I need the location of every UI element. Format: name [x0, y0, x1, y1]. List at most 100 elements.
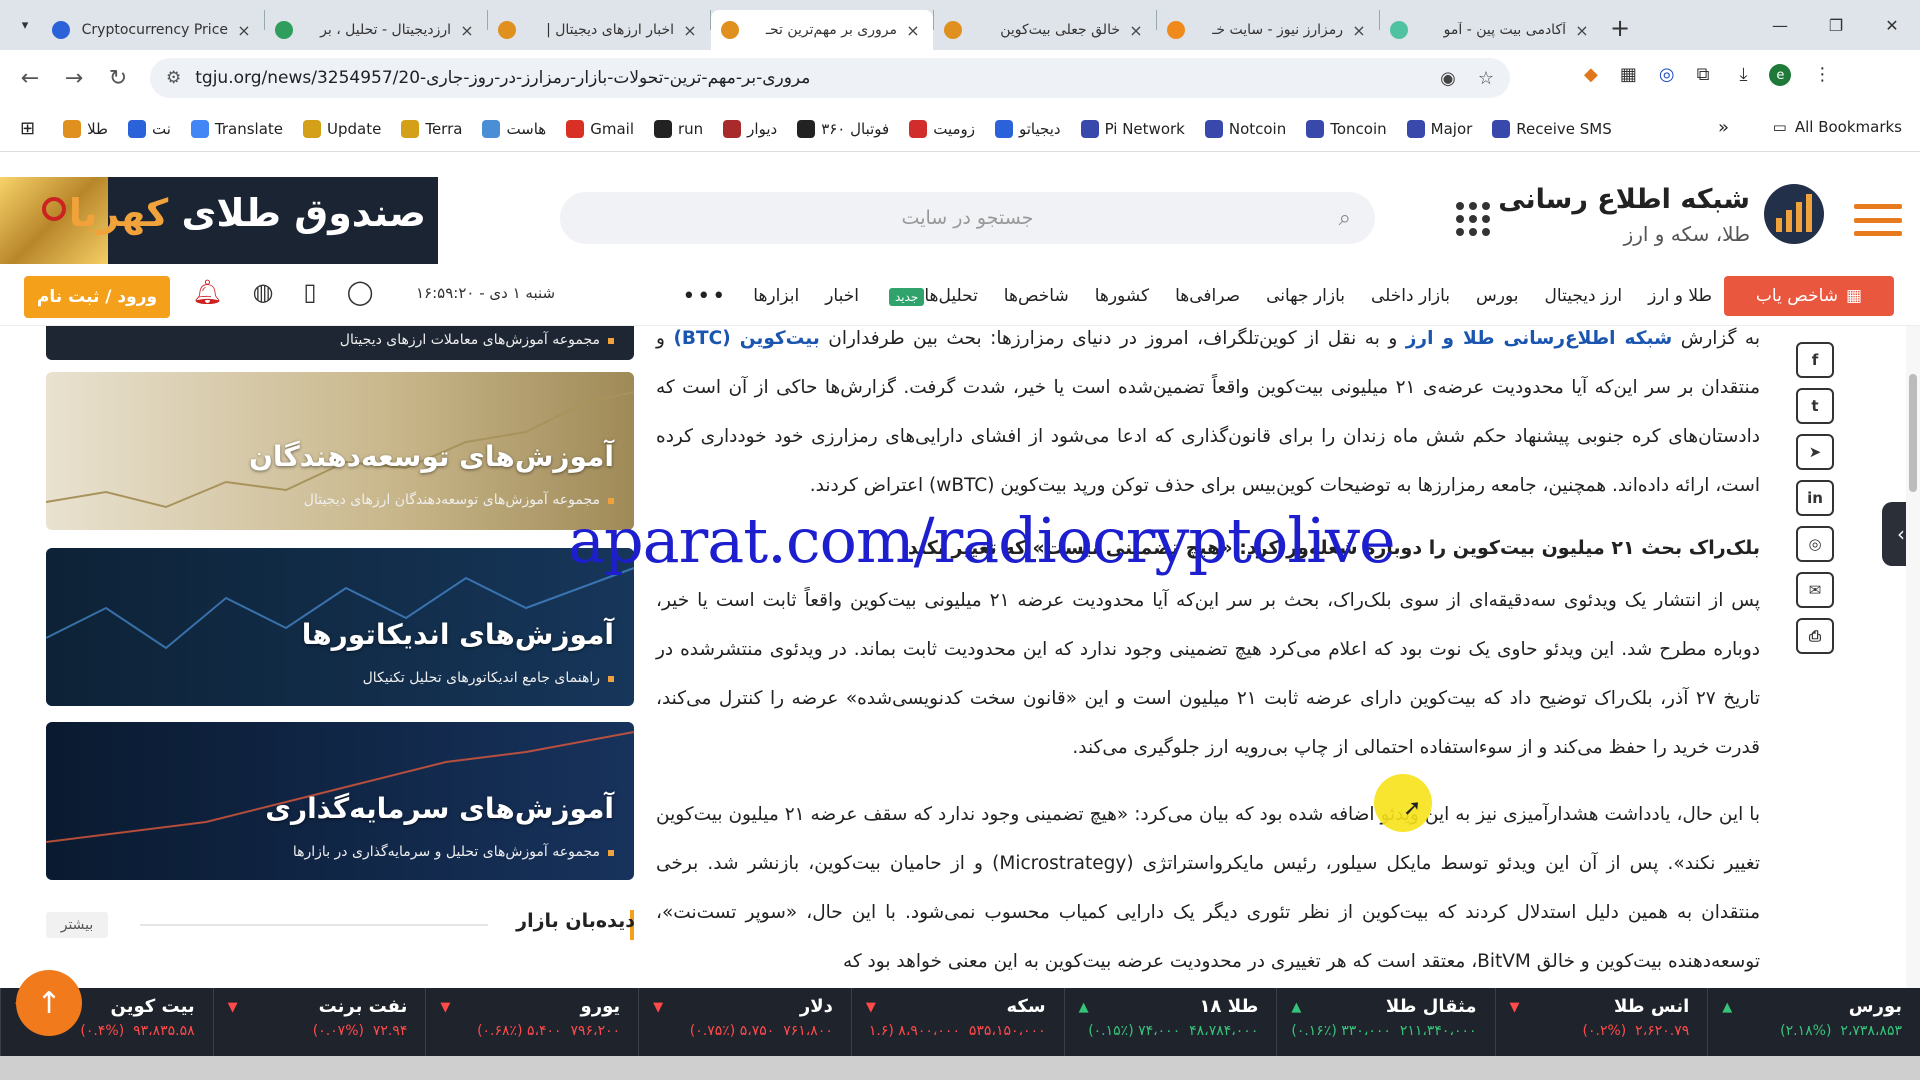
browser-tab[interactable]: مروری بر مهم‌ترین تحـ × [711, 10, 933, 50]
new-tab-button[interactable]: + [1602, 10, 1638, 46]
browser-tab[interactable]: Cryptocurrency Price × [42, 10, 264, 50]
tab-close-icon[interactable]: × [903, 21, 923, 40]
bookmark-item[interactable]: Pi Network [1080, 119, 1185, 138]
menu-item[interactable]: بازار جهانی [1266, 286, 1345, 306]
browser-tab[interactable]: خالق جعلی بیت‌کوین × [934, 10, 1156, 50]
menu-item[interactable]: اخبار [825, 286, 859, 306]
ticker-item[interactable]: یورو ▼ ۷۹۶،۲۰۰ ۵،۴۰۰ (۰.۶۸٪) [425, 988, 638, 1056]
login-register-button[interactable]: ورود / ثبت نام [24, 276, 170, 318]
bookmark-item[interactable]: Toncoin [1306, 119, 1387, 138]
bookmark-star-icon[interactable]: ☆ [1478, 68, 1494, 89]
link-bitcoin[interactable]: بیت‌کوین (BTC) [673, 328, 819, 349]
menu-item[interactable]: بورس [1476, 286, 1518, 306]
tab-close-icon[interactable]: × [1572, 21, 1592, 40]
email-icon[interactable]: ✉ [1796, 572, 1834, 608]
menu-item[interactable]: شاخص‌ها [1004, 286, 1069, 306]
extensions-puzzle-icon[interactable]: ⧉ [1697, 64, 1710, 86]
extension-circle-icon[interactable]: ◎ [1659, 64, 1675, 86]
apps-grid-icon[interactable]: ⊞ [20, 118, 35, 139]
bookmarks-overflow-icon[interactable]: » [1718, 117, 1729, 138]
tab-close-icon[interactable]: × [680, 21, 700, 40]
edu-card-developers[interactable]: آموزش‌های توسعه‌دهندگان مجموعه آموزش‌های… [46, 372, 634, 530]
link-tgju[interactable]: شبکه اطلاع‌رسانی طلا و ارز [1406, 328, 1672, 349]
edu-card-investment[interactable]: آموزش‌های سرمایه‌گذاری مجموعه آموزش‌های … [46, 722, 634, 880]
market-watch-more-button[interactable]: بیشتر [46, 912, 108, 938]
ticker-item[interactable]: دلار ▼ ۷۶۱،۸۰۰ ۵،۷۵۰ (۰.۷۵٪) [638, 988, 851, 1056]
bookmark-item[interactable]: Terra [401, 119, 462, 138]
hamburger-menu-icon[interactable] [1854, 204, 1902, 236]
metamask-icon[interactable]: ◆ [1584, 64, 1598, 86]
bookmark-item[interactable]: دیوار [723, 119, 777, 138]
bookmark-item[interactable]: نت [127, 119, 171, 138]
bookmark-item[interactable]: دیجیاتو [995, 119, 1061, 138]
omnibox[interactable]: ⚙ tgju.org/news/3254957/20-مروری-بر-مهم-… [150, 58, 1510, 98]
reload-icon[interactable]: ↻ [96, 66, 140, 91]
facebook-icon[interactable]: f [1796, 342, 1834, 378]
search-icon[interactable]: ⌕ [1339, 206, 1351, 231]
bookmark-item[interactable]: Translate [190, 119, 283, 138]
linkedin-icon[interactable]: in [1796, 480, 1834, 516]
menu-item[interactable]: کشورها [1095, 286, 1149, 306]
close-window-icon[interactable]: ✕ [1864, 0, 1920, 50]
globe-icon[interactable]: ◍ [252, 278, 273, 306]
ticker-item[interactable]: نفت برنت ▼ ۷۲.۹۴ (۰.۰۷%) [212, 988, 426, 1056]
page-scrollbar[interactable] [1906, 326, 1920, 988]
bookmark-item[interactable]: Receive SMS [1492, 119, 1612, 138]
instagram-icon[interactable]: ◎ [1796, 526, 1834, 562]
site-search-input[interactable]: جستجو در سایت ⌕ [560, 192, 1375, 244]
apps-dots-icon[interactable] [1456, 202, 1490, 236]
browser-tab[interactable]: رمزارز نیوز - سایت خـ × [1157, 10, 1379, 50]
tab-close-icon[interactable]: × [234, 21, 254, 40]
bookmark-item[interactable]: Update [303, 119, 381, 138]
bookmark-item[interactable]: Notcoin [1204, 119, 1286, 138]
bookmark-item[interactable]: Gmail [566, 119, 634, 138]
bookmark-icon[interactable]: ▯ [303, 278, 316, 306]
edu-card-trading[interactable]: مجموعه آموزش‌های معاملات ارزهای دیجیتال [46, 326, 634, 360]
all-bookmarks-button[interactable]: ▭ All Bookmarks [1773, 118, 1902, 136]
shakhes-yab-button[interactable]: شاخص یاب ▦ [1724, 276, 1894, 316]
notification-bell-icon[interactable]: 🔔︎ [192, 278, 222, 306]
bookmark-item[interactable]: run [653, 119, 703, 138]
telegram-icon[interactable]: ➤ [1796, 434, 1834, 470]
back-icon[interactable]: ← [8, 66, 52, 91]
tab-search-dropdown-icon[interactable]: ▾ [8, 10, 42, 40]
bookmark-item[interactable]: زومیت [909, 119, 975, 138]
browser-tab[interactable]: ارزدیجیتال - تحلیل ، بر × [265, 10, 487, 50]
ticker-item[interactable]: طلا ۱۸ ▲ ۴۸،۷۸۴،۰۰۰ ۷۴،۰۰۰ (۰.۱۵٪) [1063, 988, 1277, 1056]
ticker-item[interactable]: انس طلا ▼ ۲،۶۲۰.۷۹ (۰.۲%) [1494, 988, 1708, 1056]
tab-close-icon[interactable]: × [1126, 21, 1146, 40]
tab-close-icon[interactable]: × [457, 21, 477, 40]
brand-logo[interactable]: شبکه اطلاع رسانی طلا، سکه و ارز [1498, 178, 1824, 258]
download-icon[interactable]: ⤓ [1739, 64, 1747, 86]
profile-avatar[interactable]: e [1769, 64, 1792, 86]
menu-more-icon[interactable]: ••• [682, 284, 727, 309]
comment-icon[interactable]: ◯ [347, 278, 374, 306]
bookmark-item[interactable]: طلا [63, 119, 108, 138]
restore-icon[interactable]: ❐ [1808, 0, 1864, 50]
bookmark-item[interactable]: هاست [482, 119, 546, 138]
url-text[interactable]: tgju.org/news/3254957/20-مروری-بر-مهم-تر… [195, 68, 1440, 88]
edu-card-indicators[interactable]: آموزش‌های اندیکاتورها راهنمای جامع اندیک… [46, 548, 634, 706]
ticker-item[interactable]: سکه ▼ ۵۳۵،۱۵۰،۰۰۰ ۸،۹۰۰،۰۰۰ (۱.۶ [850, 988, 1064, 1056]
qr-icon[interactable]: ▦ [1620, 64, 1637, 86]
menu-item[interactable]: ابزارها [753, 286, 799, 306]
scroll-to-top-button[interactable]: ↑ [16, 970, 82, 1036]
tab-close-icon[interactable]: × [1349, 21, 1369, 40]
menu-item[interactable]: ارز دیجیتال [1545, 286, 1623, 306]
menu-item[interactable]: صرافی‌ها [1175, 286, 1240, 306]
forward-icon[interactable]: → [52, 66, 96, 91]
bookmark-item[interactable]: فوتبال ۳۶۰ [797, 119, 889, 138]
site-info-icon[interactable]: ⚙ [166, 68, 181, 88]
browser-menu-icon[interactable]: ⋮ [1813, 64, 1831, 86]
menu-item[interactable]: طلا و ارز [1648, 286, 1712, 306]
eye-off-icon[interactable]: ◉ [1440, 68, 1456, 89]
print-icon[interactable]: ⎙ [1796, 618, 1834, 654]
bookmark-item[interactable]: Major [1406, 119, 1472, 138]
browser-tab[interactable]: آکادمی بیت پین - آمو × [1380, 10, 1602, 50]
browser-tab[interactable]: اخبار ارزهای دیجیتال | × [488, 10, 710, 50]
ticker-item[interactable]: مثقال طلا ▲ ۲۱۱،۳۴۰،۰۰۰ ۳۳۰،۰۰۰ (۰.۱۶٪) [1276, 988, 1494, 1056]
menu-item[interactable]: تحلیل‌هاجدید [885, 286, 978, 306]
gold-fund-banner[interactable]: صندوق طلای کهربا [0, 177, 438, 265]
twitter-icon[interactable]: t [1796, 388, 1834, 424]
ticker-item[interactable]: بورس ▲ ۲،۷۳۸،۸۵۳ (۲.۱۸%) [1707, 988, 1920, 1056]
